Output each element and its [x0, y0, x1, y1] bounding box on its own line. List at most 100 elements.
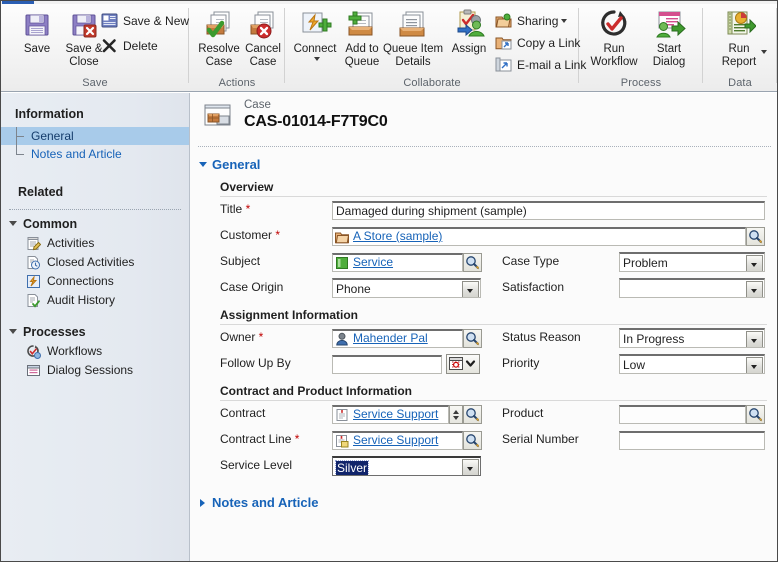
priority-value: Low — [623, 358, 646, 372]
follow-up-by-label: Follow Up By — [220, 356, 291, 370]
run-report-button[interactable]: Run Report — [708, 8, 770, 68]
account-icon — [335, 230, 350, 244]
save-new-icon — [101, 12, 118, 29]
run-workflow-label-2: Workflow — [590, 56, 638, 68]
delete-button[interactable]: Delete — [101, 35, 158, 57]
assign-button[interactable]: Assign — [445, 8, 493, 55]
sidebar-item-label: Activities — [47, 236, 95, 250]
contract-line-lookup-input[interactable]: Service Support — [332, 431, 463, 450]
nav-heading-related: Related — [18, 185, 64, 199]
title-input[interactable]: Damaged during shipment (sample) — [332, 201, 765, 220]
sharing-menu-caret[interactable] — [561, 19, 568, 23]
run-report-menu-caret[interactable] — [761, 50, 767, 54]
start-dialog-button[interactable]: Start Dialog — [643, 8, 695, 68]
customer-lookup-button[interactable] — [746, 227, 765, 246]
sidebar-item-general[interactable]: General — [1, 127, 189, 145]
save-and-new-button[interactable]: Save & New — [101, 10, 189, 32]
contract-lookup-button[interactable] — [463, 405, 482, 424]
cancel-case-button[interactable]: Cancel Case — [235, 8, 291, 68]
field-row-customer: Customer * A Store (sample) — [190, 223, 777, 249]
tree-connector — [16, 127, 26, 145]
sharing-button[interactable]: Sharing — [495, 10, 568, 32]
contract-label: Contract — [220, 406, 266, 420]
sidebar-item-workflows[interactable]: Workflows — [1, 342, 189, 361]
start-dialog-label-1: Start — [656, 43, 682, 55]
case-origin-select[interactable]: Phone — [332, 278, 481, 298]
contract-value: Service Support — [353, 407, 439, 421]
chevron-down-icon[interactable] — [462, 281, 479, 297]
contract-line-lookup-button[interactable] — [463, 431, 482, 450]
owner-lookup-input[interactable]: Mahender Pal — [332, 329, 463, 348]
case-type-label: Case Type — [502, 254, 560, 268]
sidebar-item-audit-history[interactable]: Audit History — [1, 291, 189, 310]
chevron-down-icon[interactable] — [462, 459, 479, 475]
contract-spinner[interactable] — [449, 405, 463, 424]
field-row-contractline-serial: Contract Line * Service Support Serial N… — [190, 427, 777, 453]
section-header-notes-and-article[interactable]: Notes and Article — [190, 493, 777, 513]
sidebar-item-closed-activities[interactable]: Closed Activities — [1, 253, 189, 272]
nav-group-processes[interactable]: Processes — [1, 322, 189, 342]
section-header-general[interactable]: General — [190, 155, 777, 175]
status-reason-select[interactable]: In Progress — [619, 328, 765, 348]
serial-number-input[interactable] — [619, 431, 765, 450]
user-icon — [335, 332, 349, 346]
workflows-icon — [26, 344, 41, 359]
contract-line-label: Contract Line * — [220, 432, 300, 446]
chevron-down-icon[interactable] — [746, 331, 763, 347]
queue-item-details-button[interactable]: Queue Item Details — [380, 8, 446, 68]
owner-lookup-button[interactable] — [463, 329, 482, 348]
priority-select[interactable]: Low — [619, 354, 765, 374]
service-level-select[interactable]: Silver — [332, 456, 481, 476]
sidebar-item-connections[interactable]: Connections — [1, 272, 189, 291]
nav-group-label: Processes — [23, 325, 86, 339]
ribbon-group-label-process: Process — [620, 77, 662, 89]
sharing-label: Sharing — [517, 14, 559, 28]
ribbon-group-label-save: Save — [82, 77, 108, 89]
copy-a-link-button[interactable]: Copy a Link — [495, 32, 580, 54]
follow-up-by-date-picker-button[interactable] — [446, 354, 480, 374]
assign-label: Assign — [451, 43, 487, 55]
sidebar-item-dialog-sessions[interactable]: Dialog Sessions — [1, 361, 189, 380]
group-separator — [776, 8, 777, 83]
assign-icon — [445, 8, 493, 42]
chevron-down-icon[interactable] — [746, 357, 763, 373]
product-lookup-button[interactable] — [746, 405, 765, 424]
service-level-label: Service Level — [220, 458, 293, 472]
ribbon-group-data: Run Report Data — [703, 4, 777, 91]
contract-fields: Contract Service Support Product Contrac… — [190, 401, 777, 479]
sidebar-item-label: General — [31, 129, 74, 143]
subject-lookup-input[interactable]: Service — [332, 253, 463, 272]
status-reason-label: Status Reason — [502, 330, 581, 344]
contract-icon — [335, 408, 349, 422]
satisfaction-select[interactable] — [619, 278, 765, 298]
subsection-title-overview: Overview — [220, 180, 274, 194]
sidebar-item-label: Audit History — [47, 293, 116, 307]
contract-lookup-input[interactable]: Service Support — [332, 405, 449, 424]
copy-a-link-label: Copy a Link — [517, 36, 581, 50]
chevron-down-icon[interactable] — [746, 255, 763, 271]
sidebar-item-activities[interactable]: Activities — [1, 234, 189, 253]
ribbon-group-label-data: Data — [728, 77, 752, 89]
chevron-down-icon[interactable] — [453, 416, 459, 420]
form-pane: Case CAS-01014-F7T9C0 General Overview T… — [190, 93, 777, 561]
customer-lookup-input[interactable]: A Store (sample) — [332, 227, 746, 246]
product-lookup-input[interactable] — [619, 405, 746, 424]
serial-number-label: Serial Number — [502, 432, 579, 446]
product-label: Product — [502, 406, 544, 420]
nav-group-common[interactable]: Common — [1, 214, 189, 234]
section-header-label: General — [212, 157, 261, 172]
chevron-down-icon[interactable] — [746, 281, 763, 297]
case-type-select[interactable]: Problem — [619, 252, 765, 272]
follow-up-by-input[interactable] — [332, 355, 442, 374]
email-a-link-button[interactable]: E-mail a Link — [495, 54, 586, 76]
chevron-up-icon[interactable] — [453, 410, 459, 414]
sidebar-item-notes-and-article[interactable]: Notes and Article — [1, 145, 189, 163]
nav-heading-information: Information — [15, 107, 84, 121]
run-workflow-button[interactable]: Run Workflow — [584, 8, 644, 68]
case-type-value: Problem — [623, 256, 668, 270]
subject-lookup-button[interactable] — [463, 253, 482, 272]
overview-fields: Title * Damaged during shipment (sample)… — [190, 197, 777, 301]
record-entity-type: Case — [244, 99, 271, 111]
chevron-down-icon — [199, 162, 207, 167]
field-row-subject-casetype: Subject Service Case Type Problem — [190, 249, 777, 275]
